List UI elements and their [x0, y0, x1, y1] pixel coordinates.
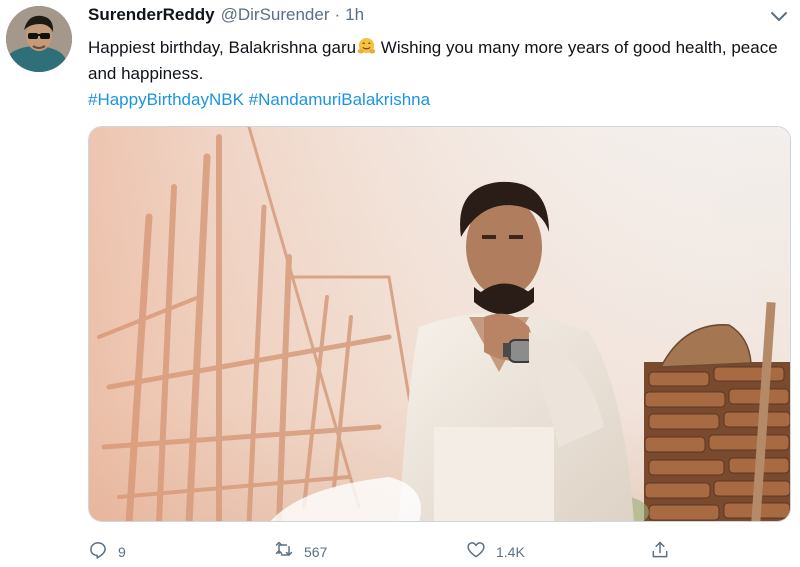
tweet-media-photo[interactable] — [88, 126, 791, 522]
heart-icon — [466, 540, 486, 565]
hashtag-link[interactable]: #NandamuriBalakrishna — [249, 90, 430, 109]
reply-button[interactable]: 9 — [88, 540, 126, 564]
like-count: 1.4K — [496, 544, 525, 560]
tweet-header: SurenderReddy @DirSurender · 1h — [88, 5, 364, 29]
photo-illustration — [89, 127, 790, 521]
user-handle[interactable]: @DirSurender — [221, 5, 330, 25]
retweet-button[interactable]: 567 — [274, 540, 327, 564]
tweet-actions: 9 567 1.4K — [88, 540, 788, 564]
timestamp[interactable]: 1h — [345, 5, 364, 25]
avatar[interactable] — [6, 6, 72, 72]
hashtag-line: #HappyBirthdayNBK #NandamuriBalakrishna — [88, 87, 430, 113]
like-button[interactable]: 1.4K — [466, 540, 525, 564]
tweet-text-main: Happiest birthday, Balakrishna garu — [88, 38, 357, 57]
chevron-down-icon[interactable] — [770, 10, 788, 24]
reply-icon — [88, 540, 108, 565]
share-icon — [650, 540, 670, 565]
hugging-face-emoji-icon — [357, 37, 376, 56]
retweet-count: 567 — [304, 544, 328, 560]
hashtag-link[interactable]: #HappyBirthdayNBK — [88, 90, 244, 109]
retweet-icon — [274, 540, 294, 565]
reply-count: 9 — [118, 544, 126, 560]
tweet-text: Happiest birthday, Balakrishna garu Wish… — [88, 35, 778, 87]
separator-dot: · — [334, 5, 341, 24]
tweet[interactable]: SurenderReddy @DirSurender · 1h Happiest… — [0, 0, 800, 567]
share-button[interactable] — [650, 540, 670, 564]
display-name[interactable]: SurenderReddy — [88, 5, 215, 25]
